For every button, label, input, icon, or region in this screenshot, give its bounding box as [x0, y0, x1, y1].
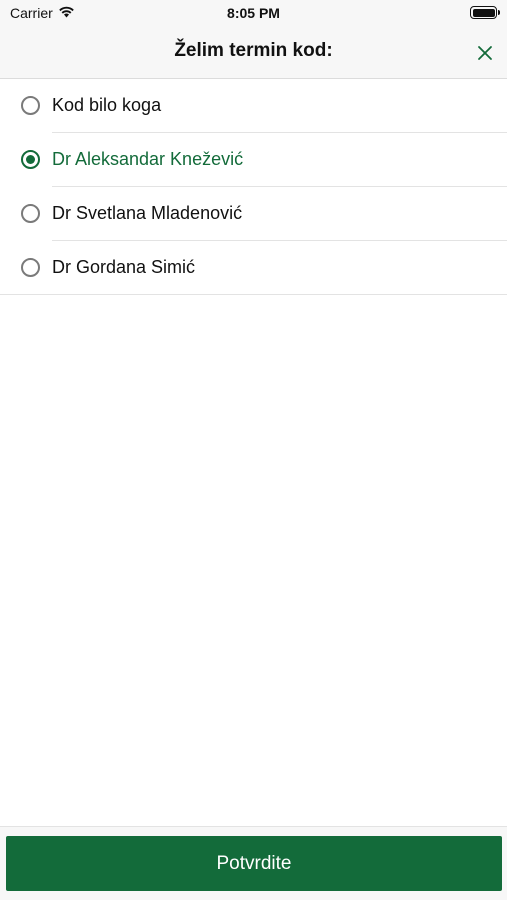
option-label: Dr Aleksandar Knežević — [52, 149, 244, 169]
option-aleksandar-knezevic[interactable]: Dr Aleksandar Knežević — [0, 133, 507, 187]
option-gordana-simic[interactable]: Dr Gordana Simić — [0, 241, 507, 295]
bottom-bar: Potvrdite — [0, 826, 507, 900]
status-bar: Carrier 8:05 PM — [0, 0, 507, 28]
confirm-button[interactable]: Potvrdite — [6, 836, 502, 891]
radio-button[interactable] — [21, 96, 40, 115]
radio-button[interactable] — [21, 258, 40, 277]
option-svetlana-mladenovic[interactable]: Dr Svetlana Mladenović — [0, 187, 507, 241]
battery-icon — [470, 6, 500, 19]
option-label: Dr Svetlana Mladenović — [52, 203, 243, 223]
doctor-options-list: Kod bilo koga Dr Aleksandar Knežević Dr … — [0, 79, 507, 295]
status-time: 8:05 PM — [227, 5, 280, 21]
close-button[interactable] — [471, 39, 499, 67]
page-title: Želim termin kod: — [174, 40, 333, 61]
option-any-doctor[interactable]: Kod bilo koga — [0, 79, 507, 133]
header: Želim termin kod: — [0, 28, 507, 79]
separator — [0, 294, 507, 295]
option-label: Kod bilo koga — [52, 95, 162, 115]
close-icon — [478, 46, 492, 60]
radio-button-selected[interactable] — [21, 150, 40, 169]
option-label: Dr Gordana Simić — [52, 257, 196, 277]
radio-button[interactable] — [21, 204, 40, 223]
screen: Carrier 8:05 PM Želim termin kod: Kod bi… — [0, 0, 507, 900]
status-right — [470, 6, 500, 19]
